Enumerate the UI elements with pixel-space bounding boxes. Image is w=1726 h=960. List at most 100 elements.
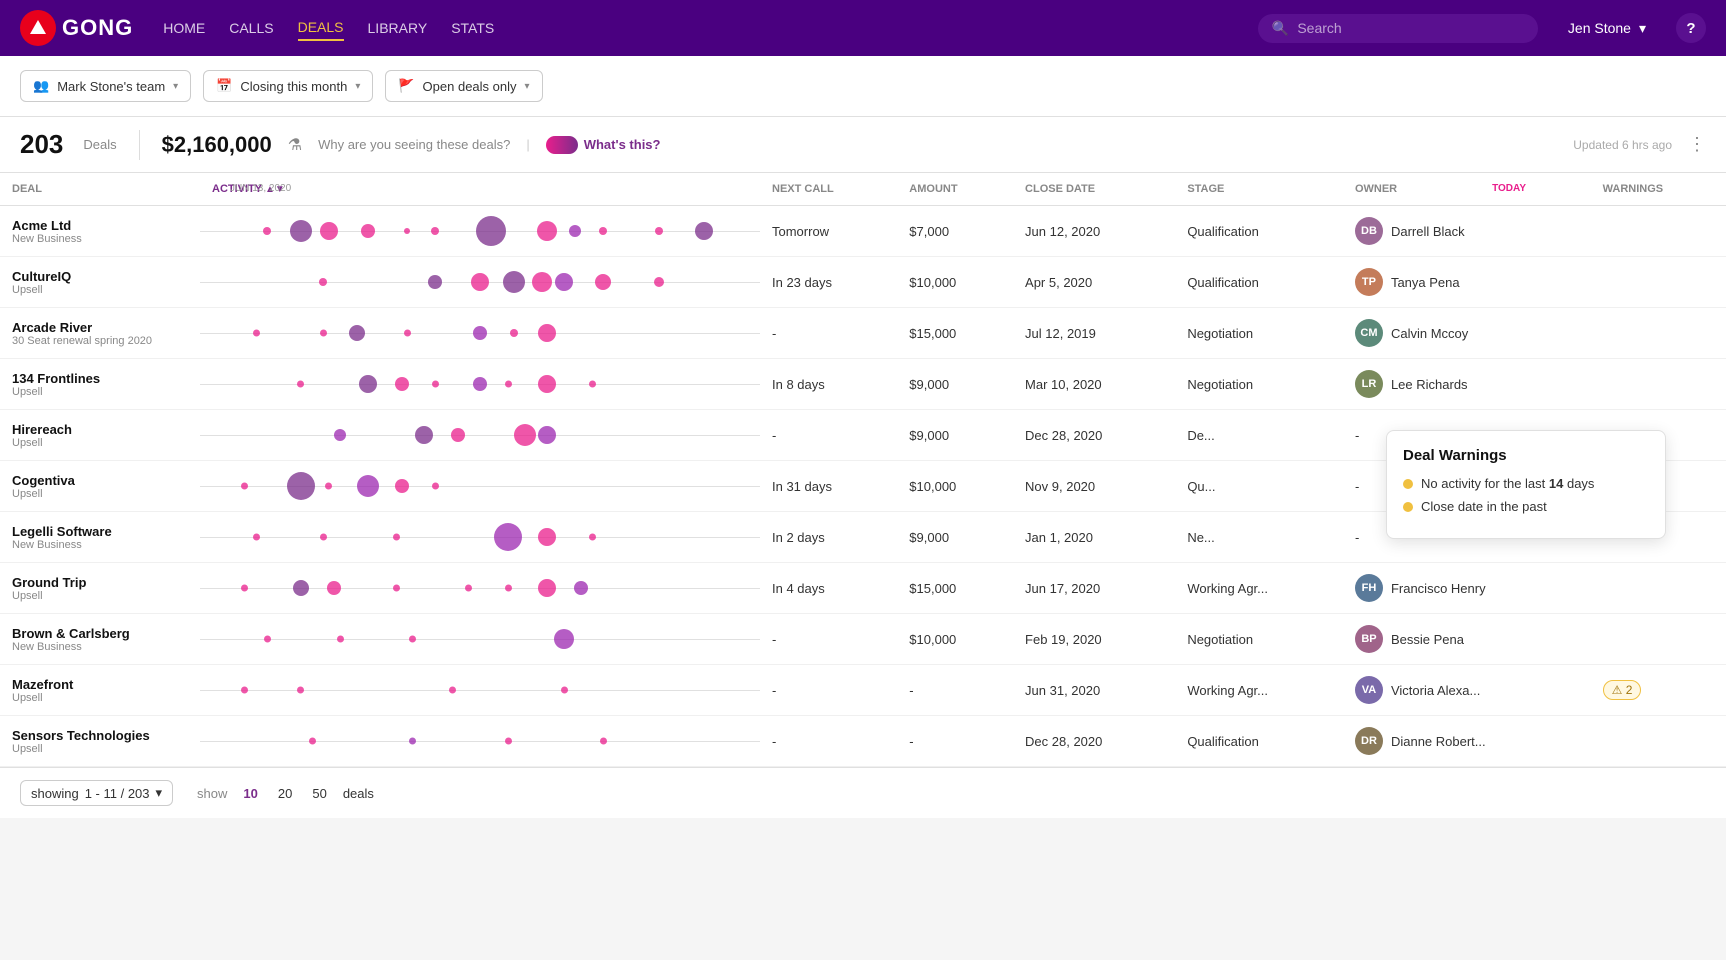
owner-cell: VAVictoria Alexa... [1343, 665, 1591, 716]
header-activity[interactable]: ACTIVITY ▲▼ JUN 13, 2020 TODAY [200, 173, 760, 206]
stage-value: Qu... [1187, 479, 1215, 494]
activity-timeline [200, 461, 760, 511]
user-menu[interactable]: Jen Stone ▾ [1568, 20, 1646, 37]
activity-cell [200, 716, 760, 767]
amount-cell: $9,000 [897, 410, 1013, 461]
deal-cell: Acme LtdNew Business [0, 206, 200, 257]
warnings-cell [1591, 206, 1726, 257]
timeline-dot [264, 636, 271, 643]
nav-home[interactable]: HOME [163, 16, 205, 40]
why-text[interactable]: Why are you seeing these deals? [318, 137, 510, 152]
stage-cell: Qu... [1175, 461, 1343, 512]
nav-stats[interactable]: STATS [451, 16, 494, 40]
more-options-button[interactable]: ⋮ [1688, 134, 1706, 155]
close-date-value: Jul 12, 2019 [1025, 326, 1096, 341]
next-call-value: - [772, 428, 776, 443]
page-size-20[interactable]: 20 [274, 784, 296, 803]
timeline-dot [503, 271, 525, 293]
table-row[interactable]: Acme LtdNew BusinessTomorrow$7,000Jun 12… [0, 206, 1726, 257]
deal-cell: HirereachUpsell [0, 410, 200, 461]
next-call-value: In 4 days [772, 581, 825, 596]
stage-value: Negotiation [1187, 632, 1253, 647]
deal-amount: $2,160,000 [162, 132, 272, 158]
deal-name: Cogentiva [12, 473, 188, 488]
timeline-dot [538, 426, 556, 444]
team-filter[interactable]: 👥 Mark Stone's team ▾ [20, 70, 191, 102]
next-call-cell: - [760, 410, 897, 461]
stage-value: Qualification [1187, 275, 1259, 290]
activity-cell [200, 461, 760, 512]
timeline-dot [290, 220, 312, 242]
next-call-cell: - [760, 308, 897, 359]
toggle-icon [546, 136, 578, 154]
deal-cell: Ground TripUpsell [0, 563, 200, 614]
deal-cell: Arcade River30 Seat renewal spring 2020 [0, 308, 200, 359]
deal-type: New Business [12, 539, 188, 551]
chevron-down-icon: ▾ [355, 81, 360, 92]
search-icon: 🔍 [1272, 20, 1289, 37]
amount-value: $9,000 [909, 428, 949, 443]
updated-text: Updated 6 hrs ago [1573, 138, 1672, 152]
close-date-value: Nov 9, 2020 [1025, 479, 1095, 494]
deals-label: deals [343, 786, 374, 801]
table-row[interactable]: Ground TripUpsellIn 4 days$15,000Jun 17,… [0, 563, 1726, 614]
timeline-dot [451, 428, 465, 442]
stage-value: Qualification [1187, 224, 1259, 239]
avatar: TP [1355, 268, 1383, 296]
status-filter[interactable]: 🚩 Open deals only ▾ [385, 70, 542, 102]
nav-deals[interactable]: DEALS [298, 15, 344, 41]
timeline-dot [334, 429, 346, 441]
activity-cell [200, 410, 760, 461]
avatar: VA [1355, 676, 1383, 704]
activity-cell [200, 257, 760, 308]
period-filter[interactable]: 📅 Closing this month ▾ [203, 70, 373, 102]
warning-badge[interactable]: ⚠ 2 [1603, 680, 1642, 700]
table-row[interactable]: Arcade River30 Seat renewal spring 2020 -… [0, 308, 1726, 359]
activity-timeline [200, 308, 760, 358]
flag-icon: 🚩 [398, 78, 414, 94]
deal-type: Upsell [12, 386, 188, 398]
next-call-cell: In 4 days [760, 563, 897, 614]
timeline-dot [349, 325, 365, 341]
table-row[interactable]: Brown & CarlsbergNew Business-$10,000Feb… [0, 614, 1726, 665]
next-call-cell: Tomorrow [760, 206, 897, 257]
activity-cell [200, 206, 760, 257]
nav-library[interactable]: LIBRARY [368, 16, 428, 40]
page-size-10[interactable]: 10 [239, 784, 261, 803]
page-size-50[interactable]: 50 [308, 784, 330, 803]
timeline-dot [263, 227, 271, 235]
timeline-dot [320, 534, 327, 541]
stage-cell: Qualification [1175, 257, 1343, 308]
nav-calls[interactable]: CALLS [229, 16, 273, 40]
chevron-down-icon: ▾ [173, 81, 178, 92]
close-date-cell: Mar 10, 2020 [1013, 359, 1175, 410]
timeline-dot [538, 528, 556, 546]
timeline-dot [505, 381, 512, 388]
close-date-cell: Feb 19, 2020 [1013, 614, 1175, 665]
amount-cell: $9,000 [897, 512, 1013, 563]
table-row[interactable]: Sensors TechnologiesUpsell--Dec 28, 2020… [0, 716, 1726, 767]
close-date-cell: Nov 9, 2020 [1013, 461, 1175, 512]
table-row[interactable]: MazefrontUpsell--Jun 31, 2020Working Agr… [0, 665, 1726, 716]
search-input[interactable] [1297, 20, 1524, 36]
deal-cell: CultureIQUpsell [0, 257, 200, 308]
amount-value: $15,000 [909, 326, 956, 341]
timeline-dot [569, 225, 581, 237]
close-date-cell: Apr 5, 2020 [1013, 257, 1175, 308]
timeline-dot [253, 534, 260, 541]
timeline-dot [409, 636, 416, 643]
table-row[interactable]: 134 FrontlinesUpsellIn 8 days$9,000Mar 1… [0, 359, 1726, 410]
close-date-cell: Dec 28, 2020 [1013, 716, 1175, 767]
table-row[interactable]: CultureIQUpsellIn 23 days$10,000Apr 5, 2… [0, 257, 1726, 308]
whats-this-button[interactable]: What's this? [546, 136, 661, 154]
timeline-dot [393, 585, 400, 592]
stage-value: Ne... [1187, 530, 1214, 545]
show-label: show [197, 786, 227, 801]
help-button[interactable]: ? [1676, 13, 1706, 43]
next-call-value: - [772, 734, 776, 749]
timeline-dot [465, 585, 472, 592]
timeline-dot [241, 483, 248, 490]
showing-select[interactable]: showing 1 - 11 / 203 ▾ [20, 780, 173, 806]
close-date-value: Dec 28, 2020 [1025, 734, 1102, 749]
header-warnings: WARNINGS [1591, 173, 1726, 206]
